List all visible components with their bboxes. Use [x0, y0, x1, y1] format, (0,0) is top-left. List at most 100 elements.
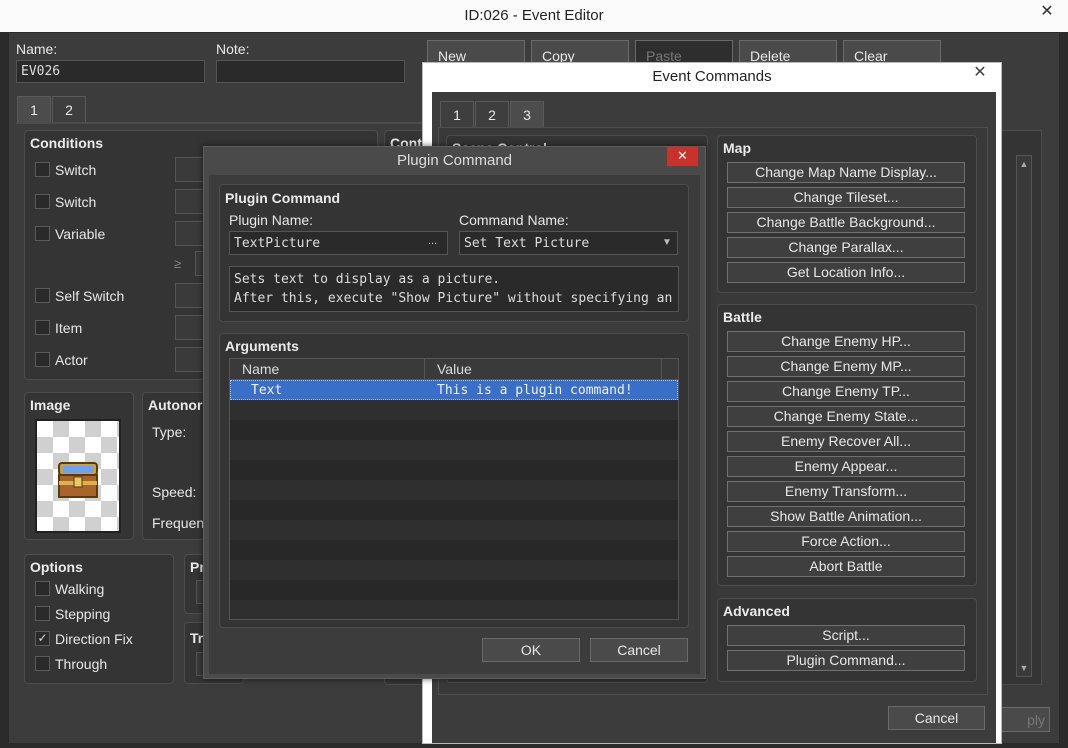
table-row[interactable] — [230, 580, 678, 600]
self-switch-checkbox[interactable] — [35, 288, 50, 303]
self-switch-label: Self Switch — [55, 288, 125, 304]
close-icon[interactable]: ✕ — [1033, 2, 1061, 22]
walking-checkbox[interactable] — [35, 581, 50, 596]
table-row[interactable] — [230, 520, 678, 540]
table-row[interactable] — [230, 600, 678, 619]
change-enemy-hp-button[interactable]: Change Enemy HP... — [727, 331, 965, 352]
switch2-label: Switch — [55, 194, 97, 210]
through-label: Through — [55, 656, 108, 672]
scroll-down-icon[interactable]: ▼ — [1017, 661, 1031, 675]
direction-fix-label: Direction Fix — [55, 631, 133, 647]
trigger-title: Tr — [190, 630, 204, 646]
name-field[interactable]: EV026 — [16, 60, 205, 83]
table-row[interactable] — [230, 480, 678, 500]
close-icon[interactable]: ✕ — [667, 147, 698, 166]
show-battle-animation-button[interactable]: Show Battle Animation... — [727, 506, 965, 527]
plugin-command-group-title: Plugin Command — [225, 190, 341, 206]
variable-checkbox[interactable] — [35, 226, 50, 241]
tab-page-1[interactable]: 1 — [17, 96, 51, 122]
change-enemy-state-button[interactable]: Change Enemy State... — [727, 406, 965, 427]
column-value-header[interactable]: Value — [425, 359, 662, 379]
main-title: ID:026 - Event Editor — [464, 7, 604, 24]
plugin-dialog-title: Plugin Command — [396, 152, 513, 169]
advanced-buttons: Script... Plugin Command... — [717, 598, 977, 682]
table-row[interactable] — [230, 440, 678, 460]
change-tileset-button[interactable]: Change Tileset... — [727, 187, 965, 208]
contents-scrollbar[interactable] — [1016, 155, 1032, 677]
new-page-button[interactable]: New — [427, 40, 525, 64]
ge-symbol: ≥ — [174, 256, 182, 271]
table-row[interactable] — [230, 540, 678, 560]
tab-commands-2[interactable]: 2 — [475, 101, 509, 127]
stepping-label: Stepping — [55, 606, 111, 622]
tab-divider — [16, 122, 426, 124]
walking-label: Walking — [55, 581, 105, 597]
actor-label: Actor — [55, 352, 88, 368]
close-icon[interactable]: ✕ — [966, 63, 994, 83]
type-label: Type: — [152, 424, 187, 440]
force-action-button[interactable]: Force Action... — [727, 531, 965, 552]
battle-buttons: Change Enemy HP... Change Enemy MP... Ch… — [717, 304, 977, 586]
switch2-checkbox[interactable] — [35, 194, 50, 209]
speed-label: Speed: — [152, 484, 197, 500]
table-row[interactable] — [230, 400, 678, 420]
command-name-label: Command Name: — [459, 212, 569, 228]
change-enemy-tp-button[interactable]: Change Enemy TP... — [727, 381, 965, 402]
change-battle-background-button[interactable]: Change Battle Background... — [727, 212, 965, 233]
change-enemy-mp-button[interactable]: Change Enemy MP... — [727, 356, 965, 377]
argument-name: Text — [251, 383, 283, 398]
command-name-select[interactable]: Set Text Picture — [459, 231, 678, 255]
event-image-preview[interactable] — [35, 419, 121, 533]
paste-page-button[interactable]: Paste — [635, 40, 733, 64]
item-label: Item — [55, 320, 83, 336]
abort-battle-button[interactable]: Abort Battle — [727, 556, 965, 577]
table-row[interactable] — [230, 560, 678, 580]
table-header: Name Value — [230, 359, 678, 380]
through-checkbox[interactable] — [35, 656, 50, 671]
tab-commands-1[interactable]: 1 — [440, 101, 474, 127]
note-field[interactable] — [216, 60, 405, 83]
script-button[interactable]: Script... — [727, 625, 965, 646]
plugin-cancel-button[interactable]: Cancel — [590, 638, 688, 662]
scroll-up-icon[interactable]: ▲ — [1017, 157, 1031, 171]
enemy-recover-all-button[interactable]: Enemy Recover All... — [727, 431, 965, 452]
image-title: Image — [30, 397, 71, 413]
ellipsis-icon[interactable]: ... — [428, 235, 437, 247]
item-checkbox[interactable] — [35, 320, 50, 335]
delete-page-button[interactable]: Delete — [739, 40, 837, 64]
switch1-label: Switch — [55, 162, 97, 178]
direction-fix-checkbox[interactable]: ✓ — [35, 631, 50, 646]
enemy-appear-button[interactable]: Enemy Appear... — [727, 456, 965, 477]
options-title: Options — [30, 559, 83, 575]
column-name-header[interactable]: Name — [230, 359, 425, 379]
clear-page-button[interactable]: Clear — [843, 40, 941, 64]
autonomous-title: Autonor — [148, 397, 203, 413]
apply-button[interactable]: ply — [994, 707, 1050, 732]
tab-commands-3[interactable]: 3 — [510, 101, 544, 127]
arguments-table[interactable]: Name Value Text This is a plugin command… — [229, 358, 679, 620]
description-line-1: Sets text to display as a picture. — [234, 272, 501, 287]
change-map-name-display-button[interactable]: Change Map Name Display... — [727, 162, 965, 183]
arguments-title: Arguments — [225, 338, 299, 354]
note-label: Note: — [216, 41, 250, 57]
table-row[interactable] — [230, 500, 678, 520]
enemy-transform-button[interactable]: Enemy Transform... — [727, 481, 965, 502]
table-row[interactable] — [230, 460, 678, 480]
variable-label: Variable — [55, 226, 106, 242]
chevron-down-icon[interactable]: ▼ — [662, 237, 672, 248]
table-row[interactable] — [230, 420, 678, 440]
commands-cancel-button[interactable]: Cancel — [888, 706, 985, 730]
plugin-command-button[interactable]: Plugin Command... — [727, 650, 965, 671]
switch1-checkbox[interactable] — [35, 162, 50, 177]
ok-button[interactable]: OK — [482, 638, 580, 662]
plugin-description: Sets text to display as a picture. After… — [229, 266, 679, 312]
change-parallax-button[interactable]: Change Parallax... — [727, 237, 965, 258]
stepping-checkbox[interactable] — [35, 606, 50, 621]
tab-page-2[interactable]: 2 — [52, 96, 86, 122]
actor-checkbox[interactable] — [35, 352, 50, 367]
get-location-info-button[interactable]: Get Location Info... — [727, 262, 965, 283]
copy-page-button[interactable]: Copy — [531, 40, 629, 64]
table-row[interactable]: Text This is a plugin command! — [230, 380, 678, 400]
treasure-chest-icon — [58, 462, 98, 498]
plugin-name-field[interactable]: TextPicture — [229, 231, 448, 255]
